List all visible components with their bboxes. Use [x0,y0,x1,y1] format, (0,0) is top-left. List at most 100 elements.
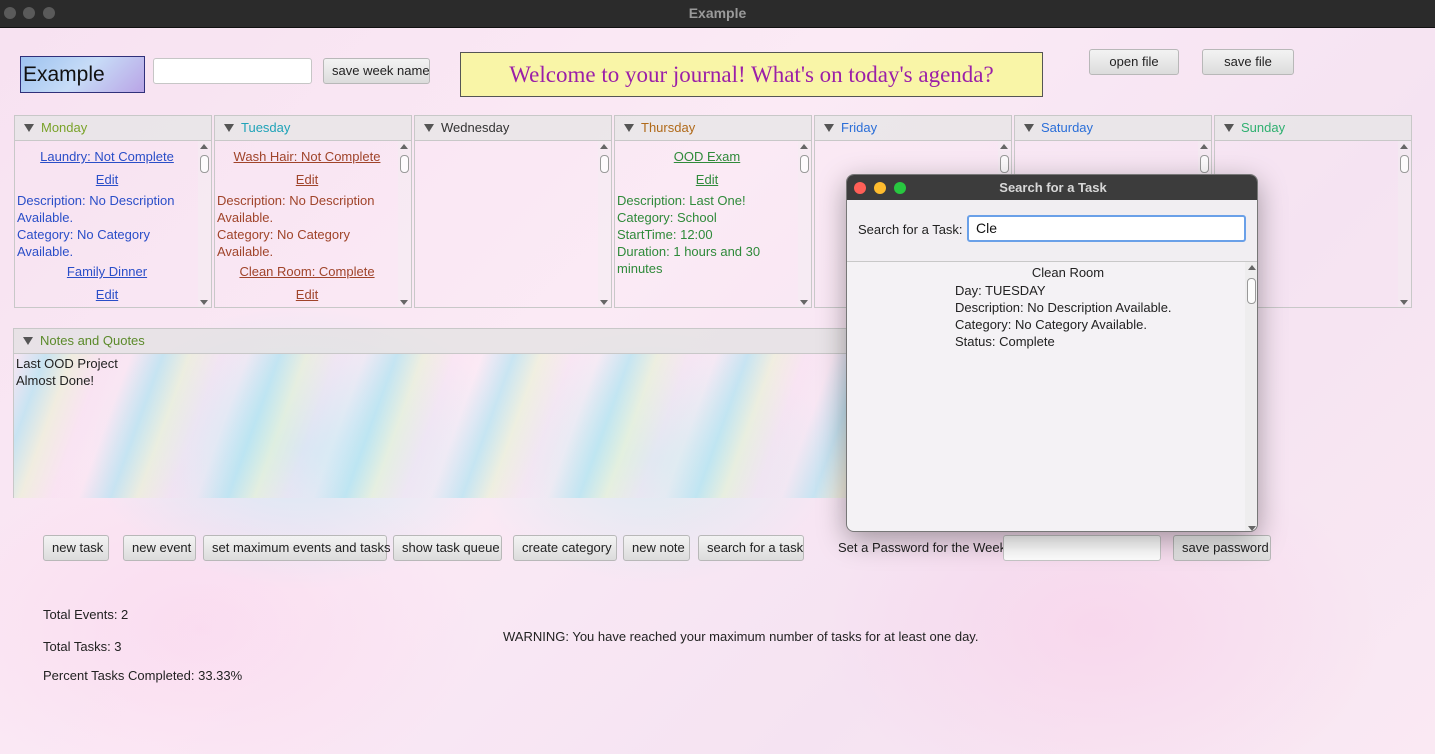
search-task-button[interactable]: search for a task [698,535,804,561]
password-input[interactable] [1003,535,1161,561]
day-body [414,141,612,308]
description-line: Description: No Description Available. [217,193,375,225]
scroll-up-icon[interactable] [1400,144,1408,149]
collapse-arrow-icon [1224,124,1234,132]
day-header-monday[interactable]: Monday [14,115,212,141]
edit-link[interactable]: Edit [215,287,399,302]
edit-link[interactable]: Edit [615,172,799,187]
create-category-button[interactable]: create category [513,535,617,561]
day-items: OOD Exam Edit Description: Last One! Catego… [615,141,799,277]
day-name: Tuesday [241,120,291,135]
day-header-saturday[interactable]: Saturday [1014,115,1212,141]
scroll-thumb[interactable] [1400,155,1409,173]
scroll-thumb[interactable] [600,155,609,173]
app-window: Example Example save week name Welcome t… [0,0,1435,754]
task-link[interactable]: Clean Room: Complete [215,263,399,280]
close-window-button[interactable] [4,7,16,19]
task-link[interactable]: OOD Exam [615,148,799,165]
set-maximum-button[interactable]: set maximum events and tasks [203,535,390,561]
dialog-maximize-button[interactable] [894,182,906,194]
day-body: OOD Exam Edit Description: Last One! Catego… [614,141,812,308]
search-label: Search for a Task: [858,222,963,237]
day-scrollbar[interactable] [398,141,411,307]
day-scrollbar[interactable] [198,141,211,307]
day-scrollbar[interactable] [598,141,611,307]
day-column-tuesday: Tuesday Wash Hair: Not Complete Edit Descri… [214,115,412,308]
title-bar: Example [0,0,1435,28]
day-name: Wednesday [441,120,510,135]
scroll-thumb[interactable] [800,155,809,173]
edit-link[interactable]: Edit [215,172,399,187]
scroll-down-icon[interactable] [200,300,208,305]
warning-message: WARNING: You have reached your maximum n… [503,629,979,644]
scroll-thumb[interactable] [400,155,409,173]
scroll-down-icon[interactable] [1400,300,1408,305]
day-items [1015,141,1199,145]
day-header-friday[interactable]: Friday [814,115,1012,141]
save-file-button[interactable]: save file [1202,49,1294,75]
maximize-window-button[interactable] [43,7,55,19]
results-scrollbar[interactable] [1245,262,1257,531]
dialog-title: Search for a Task [999,180,1107,195]
collapse-arrow-icon [224,124,234,132]
description-line: Duration: 1 hours and 30 minutes [617,244,761,276]
day-name: Thursday [641,120,696,135]
day-header-thursday[interactable]: Thursday [614,115,812,141]
task-link[interactable]: Family Dinner [15,263,199,280]
scroll-up-icon[interactable] [1000,144,1008,149]
open-file-button[interactable]: open file [1089,49,1179,75]
dialog-title-bar: Search for a Task [847,175,1257,200]
result-line: Day: TUESDAY [955,283,1046,298]
new-event-button[interactable]: new event [123,535,196,561]
scroll-thumb[interactable] [200,155,209,173]
day-header-tuesday[interactable]: Tuesday [214,115,412,141]
new-task-button[interactable]: new task [43,535,109,561]
week-name-label: Example [20,56,145,93]
day-header-sunday[interactable]: Sunday [1214,115,1412,141]
day-name: Monday [41,120,88,135]
save-password-button[interactable]: save password [1173,535,1271,561]
description-line: StartTime: 12:00 [617,227,713,242]
task-link[interactable]: Laundry: Not Complete [15,148,199,165]
scroll-thumb[interactable] [1200,155,1209,173]
notes-header-label: Notes and Quotes [40,333,145,348]
scroll-up-icon[interactable] [800,144,808,149]
week-name-input[interactable] [153,58,312,84]
scroll-down-icon[interactable] [400,300,408,305]
day-scrollbar[interactable] [1398,141,1411,307]
scroll-up-icon[interactable] [1248,265,1256,270]
day-scrollbar[interactable] [798,141,811,307]
scroll-up-icon[interactable] [400,144,408,149]
scroll-down-icon[interactable] [800,300,808,305]
description-line: Category: No Category Available. [17,227,150,259]
result-line: Status: Complete [955,334,1055,349]
save-week-name-button[interactable]: save week name [323,58,430,84]
scroll-down-icon[interactable] [1248,526,1256,531]
search-dialog: Search for a Task Search for a Task: Cle… [846,174,1258,532]
dialog-minimize-button[interactable] [874,182,886,194]
percent-completed: Percent Tasks Completed: 33.33% [43,668,243,683]
notes-header[interactable]: Notes and Quotes [13,328,848,354]
scroll-down-icon[interactable] [600,300,608,305]
search-results: Clean Room Day: TUESDAY Description: No … [847,261,1257,531]
day-name: Sunday [1241,120,1286,135]
total-events: Total Events: 2 [43,607,129,622]
search-input[interactable]: Cle [967,215,1246,242]
scroll-thumb[interactable] [1247,278,1256,304]
task-link[interactable]: Wash Hair: Not Complete [215,148,399,165]
task-description: Description: Last One! Category: School St… [615,192,799,277]
show-task-queue-button[interactable]: show task queue [393,535,502,561]
scroll-thumb[interactable] [1000,155,1009,173]
minimize-window-button[interactable] [23,7,35,19]
scroll-up-icon[interactable] [600,144,608,149]
scroll-up-icon[interactable] [200,144,208,149]
edit-link[interactable]: Edit [15,287,199,302]
day-header-wednesday[interactable]: Wednesday [414,115,612,141]
dialog-close-button[interactable] [854,182,866,194]
edit-link[interactable]: Edit [15,172,199,187]
new-note-button[interactable]: new note [623,535,690,561]
total-tasks: Total Tasks: 3 [43,639,122,654]
password-label: Set a Password for the Week: [838,540,1010,555]
result-line: Category: No Category Available. [955,317,1147,332]
scroll-up-icon[interactable] [1200,144,1208,149]
